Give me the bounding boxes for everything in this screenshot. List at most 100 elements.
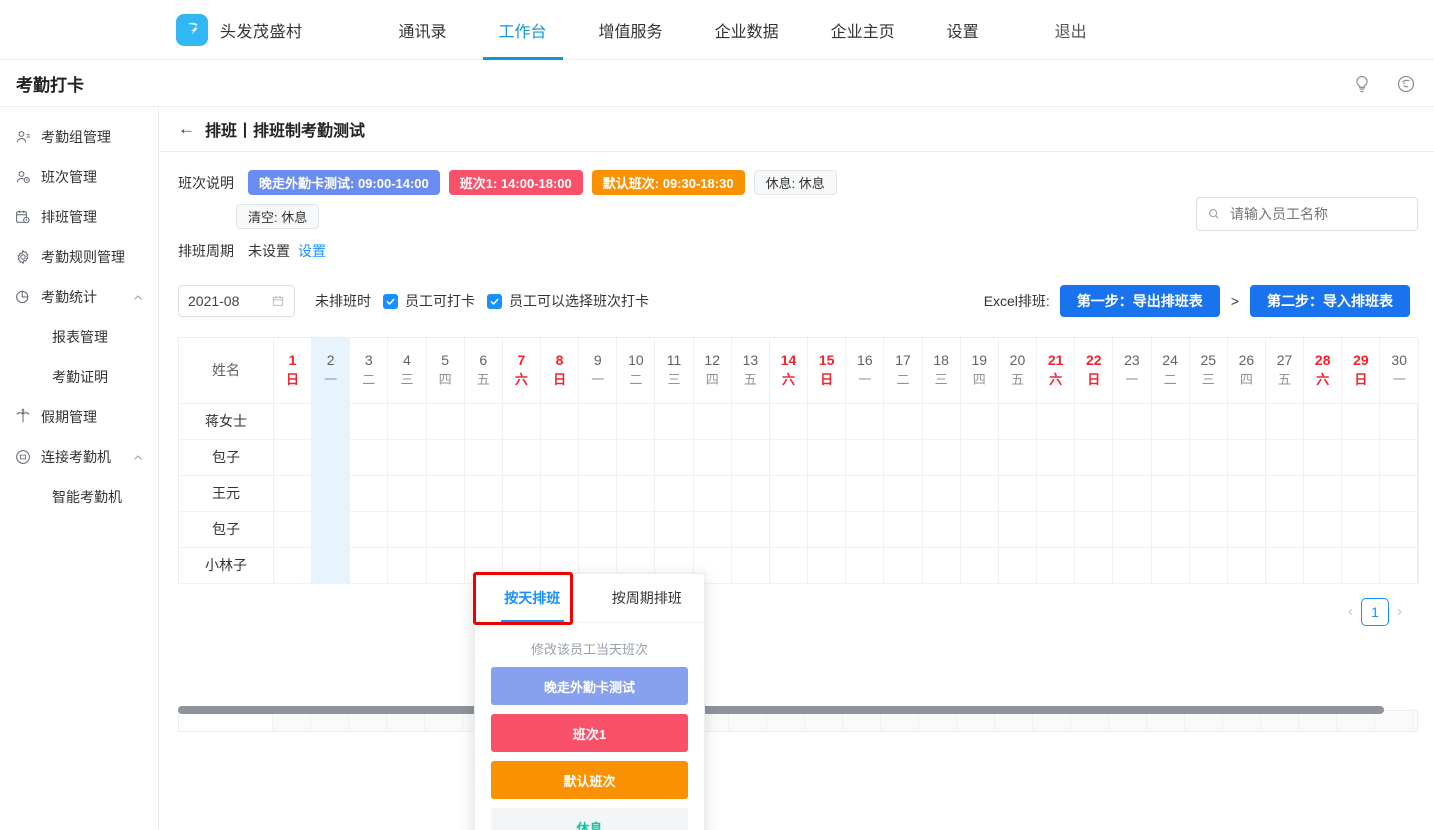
schedule-cell[interactable]	[1189, 403, 1227, 439]
schedule-cell[interactable]	[1113, 475, 1151, 511]
schedule-cell[interactable]	[769, 439, 807, 475]
schedule-cell[interactable]	[579, 475, 617, 511]
nav-item-enterprise-home[interactable]: 企业主页	[809, 0, 917, 60]
schedule-cell[interactable]	[426, 547, 464, 583]
schedule-cell[interactable]	[312, 475, 350, 511]
schedule-cell[interactable]	[350, 547, 388, 583]
schedule-cell[interactable]	[1304, 439, 1342, 475]
schedule-cell[interactable]	[388, 475, 426, 511]
schedule-cell[interactable]	[502, 439, 540, 475]
column-header-day[interactable]: 29日	[1342, 338, 1380, 403]
sidebar-subitem-smart-device[interactable]: 智能考勤机	[0, 477, 158, 517]
schedule-cell[interactable]	[312, 511, 350, 547]
schedule-cell[interactable]	[1075, 475, 1113, 511]
column-header-day[interactable]: 3二	[350, 338, 388, 403]
column-header-day[interactable]: 25三	[1189, 338, 1227, 403]
schedule-cell[interactable]	[884, 403, 922, 439]
back-arrow-icon[interactable]: ←	[178, 119, 195, 139]
shift-option-late-outwork[interactable]: 晚走外勤卡测试	[491, 667, 688, 705]
schedule-cell[interactable]	[273, 439, 311, 475]
schedule-cell[interactable]	[998, 547, 1036, 583]
schedule-cell[interactable]	[960, 403, 998, 439]
horizontal-scrollbar-thumb[interactable]	[178, 706, 1384, 714]
schedule-cell[interactable]	[998, 511, 1036, 547]
nav-item-contacts[interactable]: 通讯录	[377, 0, 469, 60]
schedule-cell[interactable]	[617, 511, 655, 547]
schedule-cell[interactable]	[922, 475, 960, 511]
column-header-day[interactable]: 15日	[808, 338, 846, 403]
schedule-cell[interactable]	[1037, 475, 1075, 511]
column-header-day[interactable]: 11三	[655, 338, 693, 403]
schedule-cell[interactable]	[273, 511, 311, 547]
schedule-cell[interactable]	[655, 511, 693, 547]
schedule-cell[interactable]	[1342, 511, 1380, 547]
sidebar-item-schedule-management[interactable]: 排班管理	[0, 197, 158, 237]
schedule-cell[interactable]	[1380, 439, 1419, 475]
schedule-cell[interactable]	[731, 475, 769, 511]
schedule-cell[interactable]	[617, 403, 655, 439]
column-header-day[interactable]: 4三	[388, 338, 426, 403]
sidebar-item-connect-device[interactable]: 连接考勤机	[0, 437, 158, 477]
tab-by-cycle[interactable]: 按周期排班	[590, 574, 705, 622]
schedule-cell[interactable]	[1342, 547, 1380, 583]
schedule-cell[interactable]	[617, 439, 655, 475]
nav-item-value-added[interactable]: 增值服务	[577, 0, 685, 60]
checkbox-employee-can-choose-shift[interactable]: 员工可以选择班次打卡	[487, 291, 649, 311]
schedule-cell[interactable]	[960, 439, 998, 475]
schedule-cell[interactable]	[312, 403, 350, 439]
schedule-cell[interactable]	[998, 475, 1036, 511]
schedule-cell[interactable]	[884, 439, 922, 475]
column-header-day[interactable]: 18三	[922, 338, 960, 403]
customer-service-icon[interactable]	[1396, 74, 1416, 94]
schedule-cycle-setup-link[interactable]: 设置	[298, 241, 326, 261]
schedule-cell[interactable]	[1075, 439, 1113, 475]
schedule-cell[interactable]	[769, 475, 807, 511]
schedule-cell[interactable]	[388, 511, 426, 547]
schedule-cell[interactable]	[1037, 547, 1075, 583]
schedule-cell[interactable]	[1342, 439, 1380, 475]
column-header-day[interactable]: 28六	[1304, 338, 1342, 403]
schedule-cell[interactable]	[884, 475, 922, 511]
schedule-cell[interactable]	[731, 547, 769, 583]
schedule-cell[interactable]	[960, 547, 998, 583]
checkbox-employee-can-punch[interactable]: 员工可打卡	[383, 291, 475, 311]
schedule-cell[interactable]	[426, 475, 464, 511]
schedule-cell[interactable]	[1304, 403, 1342, 439]
schedule-cell[interactable]	[1304, 511, 1342, 547]
search-input[interactable]	[1228, 205, 1413, 223]
schedule-cell[interactable]	[960, 475, 998, 511]
schedule-cell[interactable]	[808, 439, 846, 475]
schedule-cell[interactable]	[1380, 547, 1419, 583]
schedule-cell[interactable]	[808, 511, 846, 547]
schedule-cell[interactable]	[1189, 511, 1227, 547]
schedule-cell[interactable]	[502, 511, 540, 547]
schedule-cell[interactable]	[617, 475, 655, 511]
schedule-cell[interactable]	[388, 439, 426, 475]
schedule-cell[interactable]	[1075, 511, 1113, 547]
schedule-cell[interactable]	[1113, 439, 1151, 475]
schedule-cell[interactable]	[1227, 403, 1265, 439]
chevron-up-icon[interactable]	[132, 451, 144, 463]
schedule-cell[interactable]	[1227, 547, 1265, 583]
schedule-cell[interactable]	[922, 403, 960, 439]
column-header-day[interactable]: 7六	[502, 338, 540, 403]
column-header-day[interactable]: 17二	[884, 338, 922, 403]
schedule-cell[interactable]	[1151, 511, 1189, 547]
schedule-cell[interactable]	[693, 439, 731, 475]
schedule-cell[interactable]	[1151, 547, 1189, 583]
column-header-day[interactable]: 21六	[1037, 338, 1075, 403]
schedule-cell[interactable]	[1037, 439, 1075, 475]
schedule-cell[interactable]	[1265, 475, 1303, 511]
shift-option-shift1[interactable]: 班次1	[491, 714, 688, 752]
column-header-day[interactable]: 1日	[273, 338, 311, 403]
export-schedule-button[interactable]: 第一步：导出排班表	[1060, 285, 1220, 317]
import-schedule-button[interactable]: 第二步：导入排班表	[1250, 285, 1410, 317]
schedule-cell[interactable]	[1265, 439, 1303, 475]
schedule-cell[interactable]	[693, 511, 731, 547]
schedule-cell[interactable]	[1113, 403, 1151, 439]
schedule-cell[interactable]	[731, 511, 769, 547]
employee-search-box[interactable]	[1196, 197, 1418, 231]
sidebar-item-shift-management[interactable]: 班次管理	[0, 157, 158, 197]
tab-by-day[interactable]: 按天排班	[475, 574, 590, 622]
sidebar-subitem-attendance-proof[interactable]: 考勤证明	[0, 357, 158, 397]
